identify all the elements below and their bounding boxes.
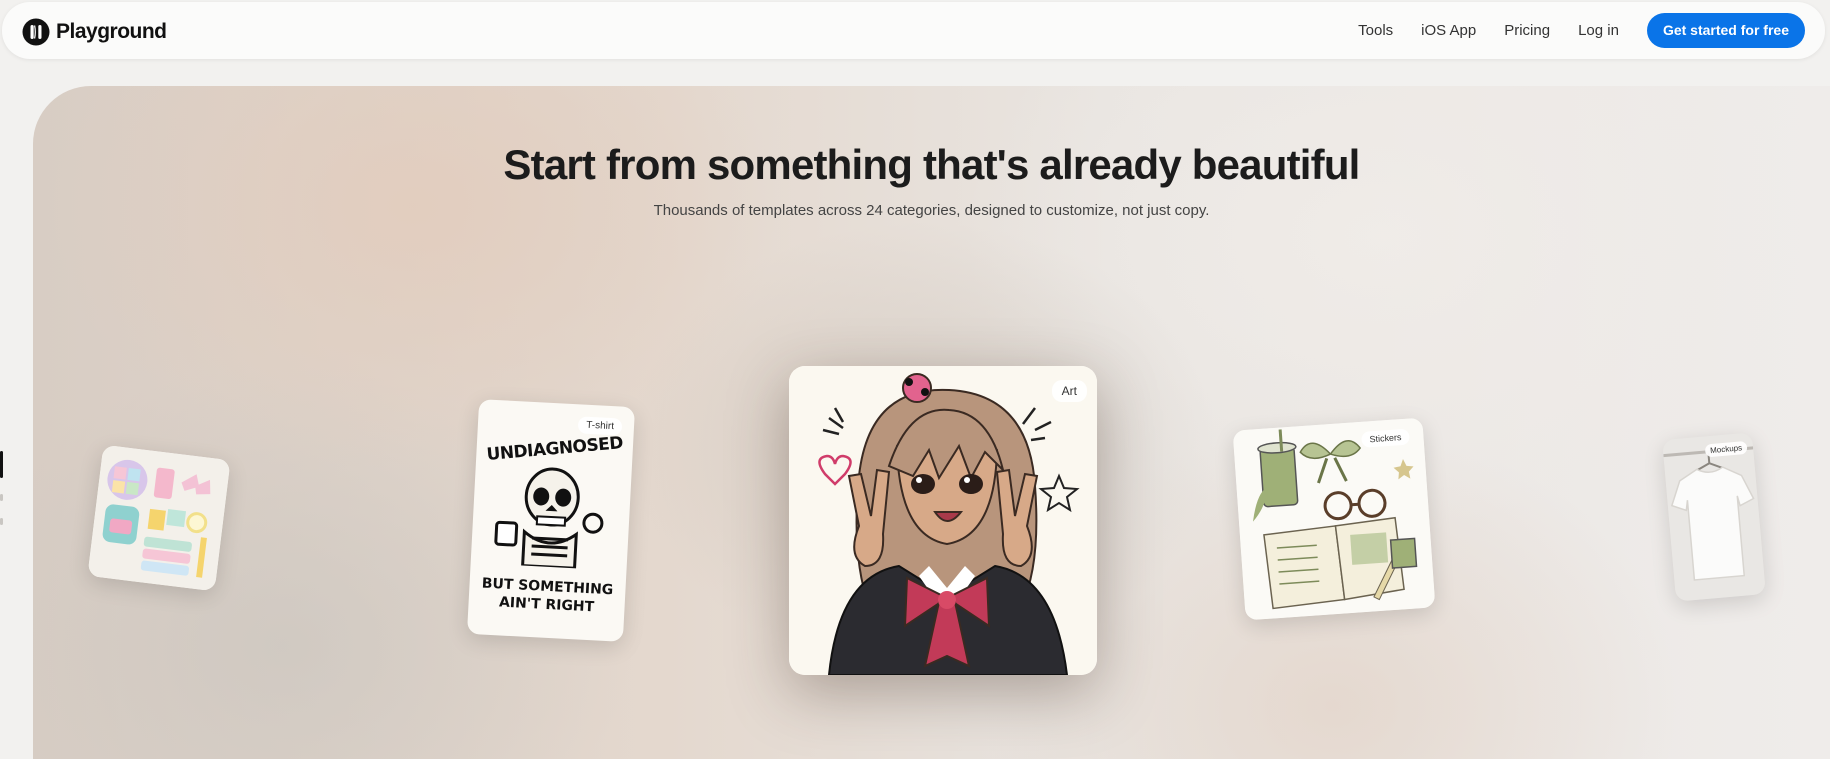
hero-section: Start from something that's already beau… <box>33 86 1830 759</box>
anime-girl-artwork-image <box>789 366 1097 675</box>
template-card-tshirt[interactable]: T-shirt UNDIAGNOSED BUT SOMETHING AIN'T … <box>466 399 636 642</box>
hero-title: Start from something that's already beau… <box>503 141 1360 188</box>
nav-pricing[interactable]: Pricing <box>1504 22 1550 39</box>
carousel-indicator-active[interactable] <box>0 451 3 478</box>
category-tag-stickers: Stickers <box>1360 428 1410 448</box>
hero-subtitle: Thousands of templates across 24 categor… <box>653 202 1210 219</box>
top-navbar: Playground Tools iOS App Pricing Log in … <box>2 2 1825 59</box>
brand-link[interactable]: Playground <box>22 18 167 46</box>
get-started-button[interactable]: Get started for free <box>1646 13 1805 48</box>
carousel-indicator-dot[interactable] <box>0 518 3 525</box>
template-card-mockups[interactable]: Mockups <box>1662 432 1766 602</box>
template-card-art[interactable]: Art <box>789 366 1097 675</box>
category-tag-art: Art <box>1051 380 1087 402</box>
template-card-planner[interactable] <box>87 444 231 592</box>
template-card-stickers[interactable]: Stickers <box>1232 417 1436 621</box>
matcha-stickers-image <box>1232 417 1436 621</box>
playground-logo-icon <box>22 18 50 46</box>
nav-log-in[interactable]: Log in <box>1578 22 1619 39</box>
brand-name: Playground <box>56 20 167 43</box>
tshirt-mockup-image <box>1662 432 1766 602</box>
planner-stickers-image <box>87 444 231 592</box>
nav-tools[interactable]: Tools <box>1358 22 1393 39</box>
carousel-indicator-dot[interactable] <box>0 494 3 501</box>
nav-links: Tools iOS App Pricing Log in Get started… <box>1358 2 1825 59</box>
nav-ios-app[interactable]: iOS App <box>1421 22 1476 39</box>
skeleton-illustration-image <box>494 467 604 570</box>
